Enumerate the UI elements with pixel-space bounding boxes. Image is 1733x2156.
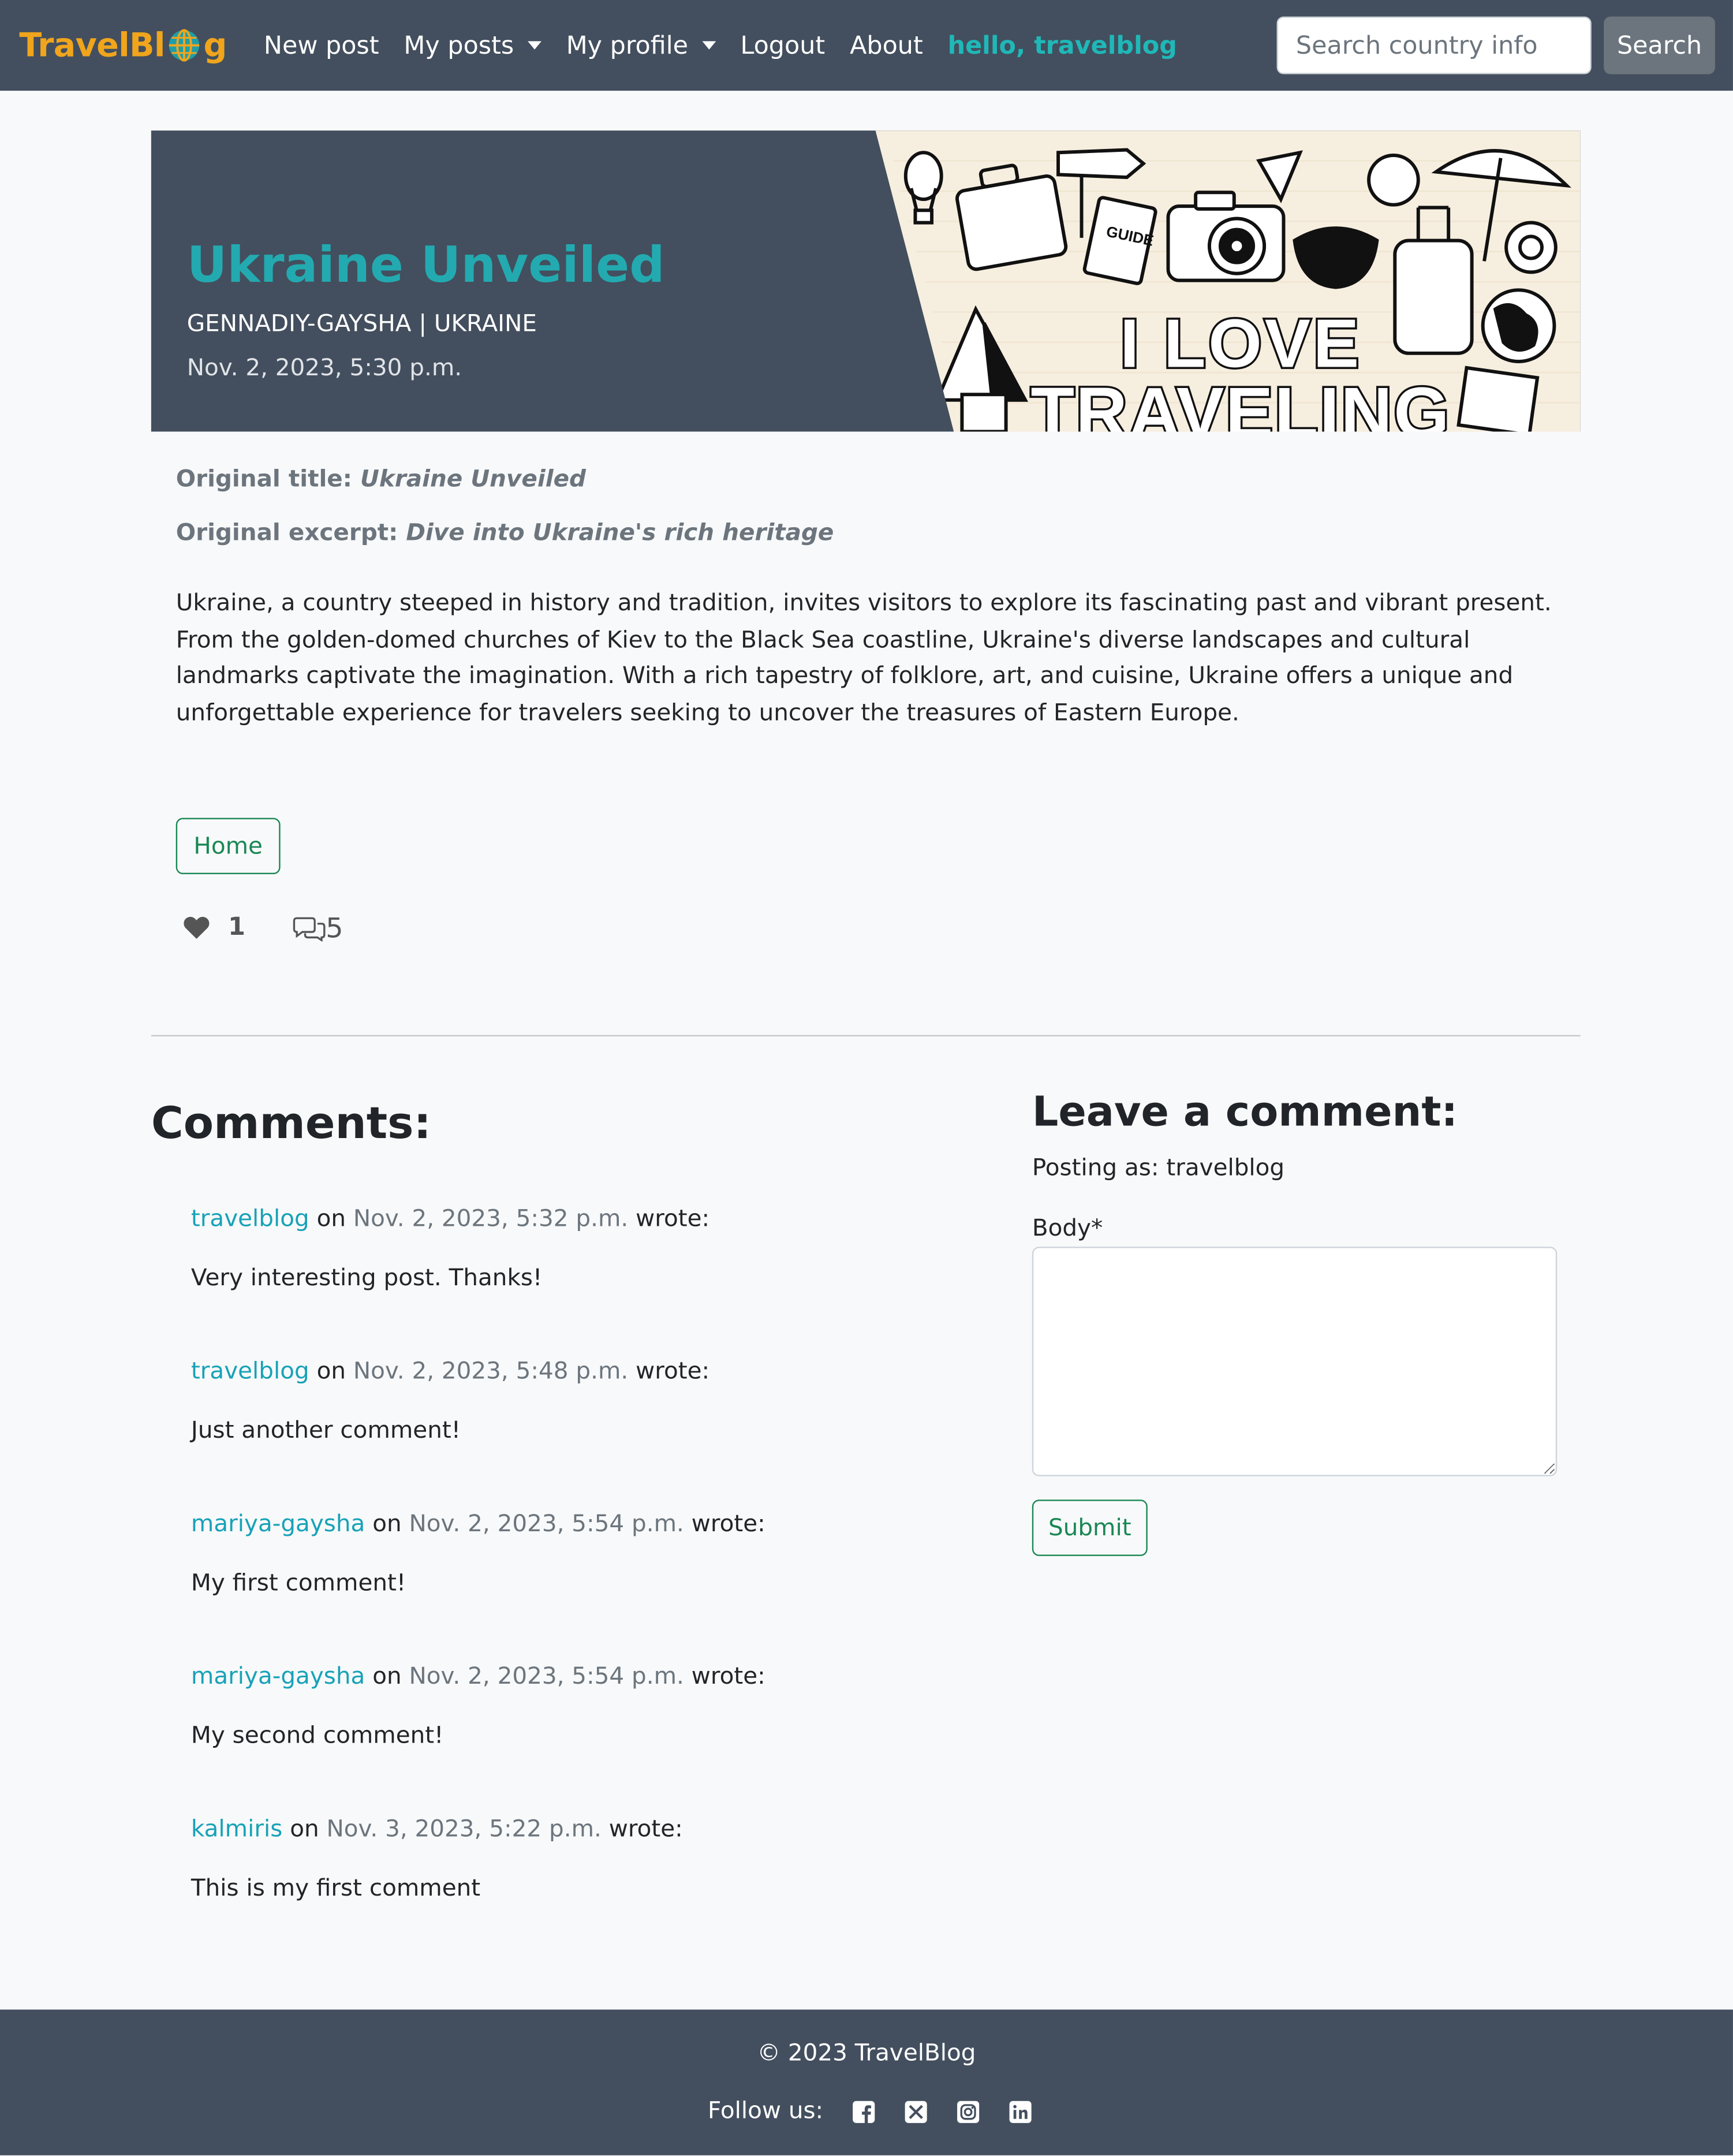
- comment-body-textarea[interactable]: [1032, 1247, 1558, 1476]
- comment-date: Nov. 2, 2023, 5:54 p.m.: [409, 1663, 684, 1691]
- search-button[interactable]: Search: [1604, 16, 1715, 74]
- brand-text-prefix: TravelBl: [19, 26, 165, 65]
- nav-logout[interactable]: Logout: [740, 31, 825, 60]
- original-title-label: Original title:: [175, 466, 352, 494]
- comment-date: Nov. 2, 2023, 5:32 p.m.: [353, 1205, 629, 1233]
- chat-bubbles-icon: [293, 917, 326, 942]
- nav-about[interactable]: About: [850, 31, 923, 60]
- nav-my-profile-label: My profile: [566, 31, 689, 60]
- comment-wrote-word: wrote:: [608, 1815, 683, 1844]
- original-excerpt-label: Original excerpt:: [175, 519, 398, 547]
- comment-date: Nov. 2, 2023, 5:54 p.m.: [409, 1510, 684, 1538]
- home-button[interactable]: Home: [175, 818, 281, 875]
- copyright-text: © 2023 TravelBlog: [757, 2039, 976, 2068]
- comment-count: 5: [326, 911, 343, 945]
- nav-new-post[interactable]: New post: [264, 31, 379, 60]
- caret-down-icon: [528, 41, 541, 50]
- comment-body: My first comment!: [191, 1569, 406, 1598]
- comments-heading: Comments:: [151, 1096, 431, 1150]
- x-icon[interactable]: [905, 2099, 928, 2123]
- comment-header: mariya-gaysha on Nov. 2, 2023, 5:54 p.m.…: [191, 1510, 765, 1538]
- comment-date: Nov. 3, 2023, 5:22 p.m.: [326, 1815, 602, 1844]
- linkedin-icon[interactable]: [1009, 2099, 1032, 2123]
- original-excerpt: Original excerpt: Dive into Ukraine's ri…: [176, 520, 834, 547]
- section-divider: [151, 1035, 1581, 1036]
- comment-body: Just another comment!: [191, 1417, 461, 1445]
- original-title: Original title: Ukraine Unveiled: [176, 466, 586, 494]
- submit-comment-button[interactable]: Submit: [1032, 1499, 1148, 1556]
- top-navbar: TravelBl g New post My posts My profile …: [0, 0, 1733, 91]
- page-footer: © 2023 TravelBlog: [0, 2009, 1733, 2155]
- posting-as-text: Posting as: travelblog: [1032, 1154, 1285, 1183]
- nav-my-posts-label: My posts: [404, 31, 514, 60]
- comment-header: mariya-gaysha on Nov. 2, 2023, 5:54 p.m.…: [191, 1663, 765, 1691]
- comment-body: My second comment!: [191, 1722, 444, 1750]
- comment-wrote-word: wrote:: [636, 1205, 710, 1233]
- globe-icon: [166, 28, 202, 64]
- comment-on-word: on: [372, 1663, 402, 1691]
- comment-on-word: on: [316, 1358, 346, 1386]
- comment-item: travelblog on Nov. 2, 2023, 5:48 p.m. wr…: [191, 1358, 709, 1445]
- comment-item: mariya-gaysha on Nov. 2, 2023, 5:54 p.m.…: [191, 1510, 765, 1597]
- leave-comment-heading: Leave a comment:: [1032, 1088, 1458, 1137]
- comment-author: mariya-gaysha: [191, 1663, 365, 1691]
- comment-date: Nov. 2, 2023, 5:48 p.m.: [353, 1358, 629, 1386]
- follow-us: Follow us:: [708, 2098, 1032, 2125]
- facebook-icon[interactable]: [852, 2099, 875, 2123]
- comment-header: travelblog on Nov. 2, 2023, 5:48 p.m. wr…: [191, 1358, 709, 1386]
- post-title: Ukraine Unveiled: [186, 237, 665, 294]
- comment-on-word: on: [290, 1815, 319, 1844]
- post-author-country: GENNADIY-GAYSHA | UKRAINE: [186, 311, 537, 338]
- comment-author: mariya-gaysha: [191, 1510, 365, 1538]
- follow-us-label: Follow us:: [708, 2097, 824, 2125]
- nav-links: New post My posts My profile Logout Abou…: [264, 31, 1177, 60]
- comment-item: kalmiris on Nov. 3, 2023, 5:22 p.m. wrot…: [191, 1816, 683, 1903]
- comment-author: kalmiris: [191, 1815, 283, 1844]
- comment-header: travelblog on Nov. 2, 2023, 5:32 p.m. wr…: [191, 1206, 709, 1233]
- original-title-value: Ukraine Unveiled: [360, 466, 586, 494]
- comment-item: travelblog on Nov. 2, 2023, 5:32 p.m. wr…: [191, 1206, 709, 1292]
- nav-my-posts-dropdown[interactable]: My posts: [404, 31, 541, 60]
- comment-wrote-word: wrote:: [636, 1358, 710, 1386]
- comment-body: Very interesting post. Thanks!: [191, 1264, 543, 1292]
- comment-author: travelblog: [191, 1205, 309, 1233]
- comment-body: This is my first comment: [191, 1875, 481, 1903]
- like-control[interactable]: 1: [183, 913, 245, 942]
- body-field-label: Body*: [1032, 1215, 1103, 1243]
- brand-logo[interactable]: TravelBl g: [19, 26, 227, 65]
- caret-down-icon: [701, 41, 716, 50]
- banner-text-traveling: TRAVELING: [1030, 373, 1450, 431]
- comment-on-word: on: [372, 1510, 402, 1538]
- comment-wrote-word: wrote:: [691, 1510, 765, 1538]
- heart-icon: [184, 916, 210, 938]
- post-body: Ukraine, a country steeped in history an…: [175, 590, 1552, 727]
- nav-my-profile-dropdown[interactable]: My profile: [566, 31, 716, 60]
- search-input[interactable]: [1276, 16, 1592, 74]
- post-hero: I LOVE TRAVELING GUIDE Ukraine Unveiled …: [151, 130, 1581, 432]
- instagram-icon[interactable]: [957, 2099, 980, 2123]
- brand-text-suffix: g: [203, 26, 227, 65]
- comment-header: kalmiris on Nov. 3, 2023, 5:22 p.m. wrot…: [191, 1816, 683, 1844]
- like-count: 1: [228, 912, 246, 942]
- comment-item: mariya-gaysha on Nov. 2, 2023, 5:54 p.m.…: [191, 1663, 765, 1750]
- comment-count-indicator: 5: [293, 911, 343, 944]
- post-date: Nov. 2, 2023, 5:30 p.m.: [186, 355, 462, 382]
- comment-author: travelblog: [191, 1358, 309, 1386]
- comment-wrote-word: wrote:: [691, 1663, 765, 1691]
- original-excerpt-value: Dive into Ukraine's rich heritage: [406, 519, 834, 547]
- banner-text-love: I LOVE: [1120, 305, 1362, 382]
- comment-on-word: on: [316, 1205, 346, 1233]
- user-greeting: hello, travelblog: [947, 31, 1177, 60]
